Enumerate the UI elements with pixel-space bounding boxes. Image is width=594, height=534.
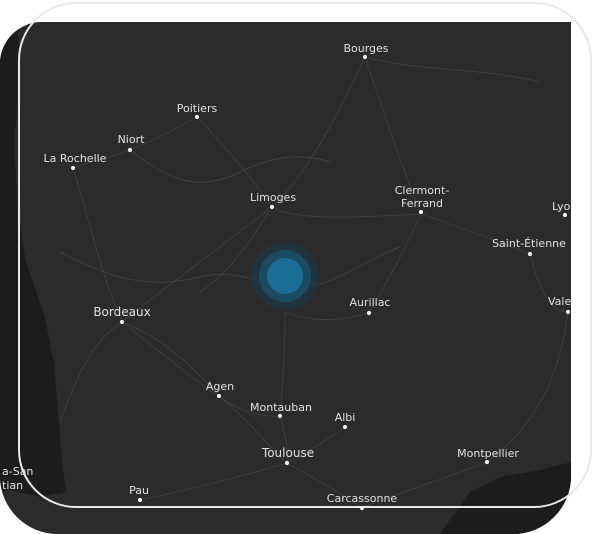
city-label-albi: Albi	[335, 411, 356, 424]
city-label-agen: Agen	[206, 380, 234, 393]
city-dot-montpellier	[484, 459, 490, 465]
city-dot-niort	[127, 147, 133, 153]
city-label-aurillac: Aurillac	[350, 296, 391, 309]
location-dot-icon[interactable]	[267, 258, 303, 294]
city-label-pau: Pau	[129, 484, 149, 497]
city-label-bourges: Bourges	[343, 42, 388, 55]
city-dot-montauban	[277, 413, 283, 419]
city-label-la-rochelle: La Rochelle	[44, 152, 107, 165]
city-label-limoges: Limoges	[250, 191, 296, 204]
city-label-carcassonne: Carcassonne	[327, 492, 398, 505]
city-dot-aurillac	[366, 310, 372, 316]
city-label-valence: Vale	[548, 295, 571, 308]
city-dot-lyon	[562, 212, 568, 218]
city-label-toulouse: Toulouse	[261, 446, 314, 460]
city-dot-bourges	[362, 54, 368, 60]
city-dot-valence	[565, 309, 571, 315]
city-label-montauban: Montauban	[250, 401, 312, 414]
city-dot-albi	[342, 424, 348, 430]
city-dot-carcassonne	[359, 505, 365, 511]
city-dot-bordeaux	[119, 319, 125, 325]
city-dot-clermont-ferrand	[418, 209, 424, 215]
map-view[interactable]: Bourges Poitiers Niort La Rochelle Limog…	[0, 22, 571, 534]
city-label-clermont-1: Clermont-	[395, 184, 450, 197]
city-label-saint-etienne: Saint-Étienne	[492, 237, 566, 250]
city-label-niort: Niort	[118, 133, 146, 146]
city-label-poitiers: Poitiers	[177, 102, 218, 115]
city-label-san-sebastian-1: a-San	[2, 465, 33, 478]
city-label-clermont-2: Ferrand	[401, 197, 443, 210]
city-label-bordeaux: Bordeaux	[93, 305, 150, 319]
city-dot-poitiers	[194, 114, 200, 120]
city-dot-la-rochelle	[70, 165, 76, 171]
city-label-lyon: Lyo	[552, 200, 571, 213]
location-marker[interactable]	[251, 242, 319, 310]
city-dot-agen	[216, 393, 222, 399]
city-label-montpellier: Montpellier	[457, 447, 519, 460]
city-dot-toulouse	[284, 460, 290, 466]
city-dot-limoges	[269, 204, 275, 210]
city-dot-pau	[137, 497, 143, 503]
map-canvas[interactable]: Bourges Poitiers Niort La Rochelle Limog…	[0, 22, 571, 534]
city-label-san-sebastian-2: tian	[2, 479, 23, 492]
city-dot-saint-etienne	[527, 251, 533, 257]
